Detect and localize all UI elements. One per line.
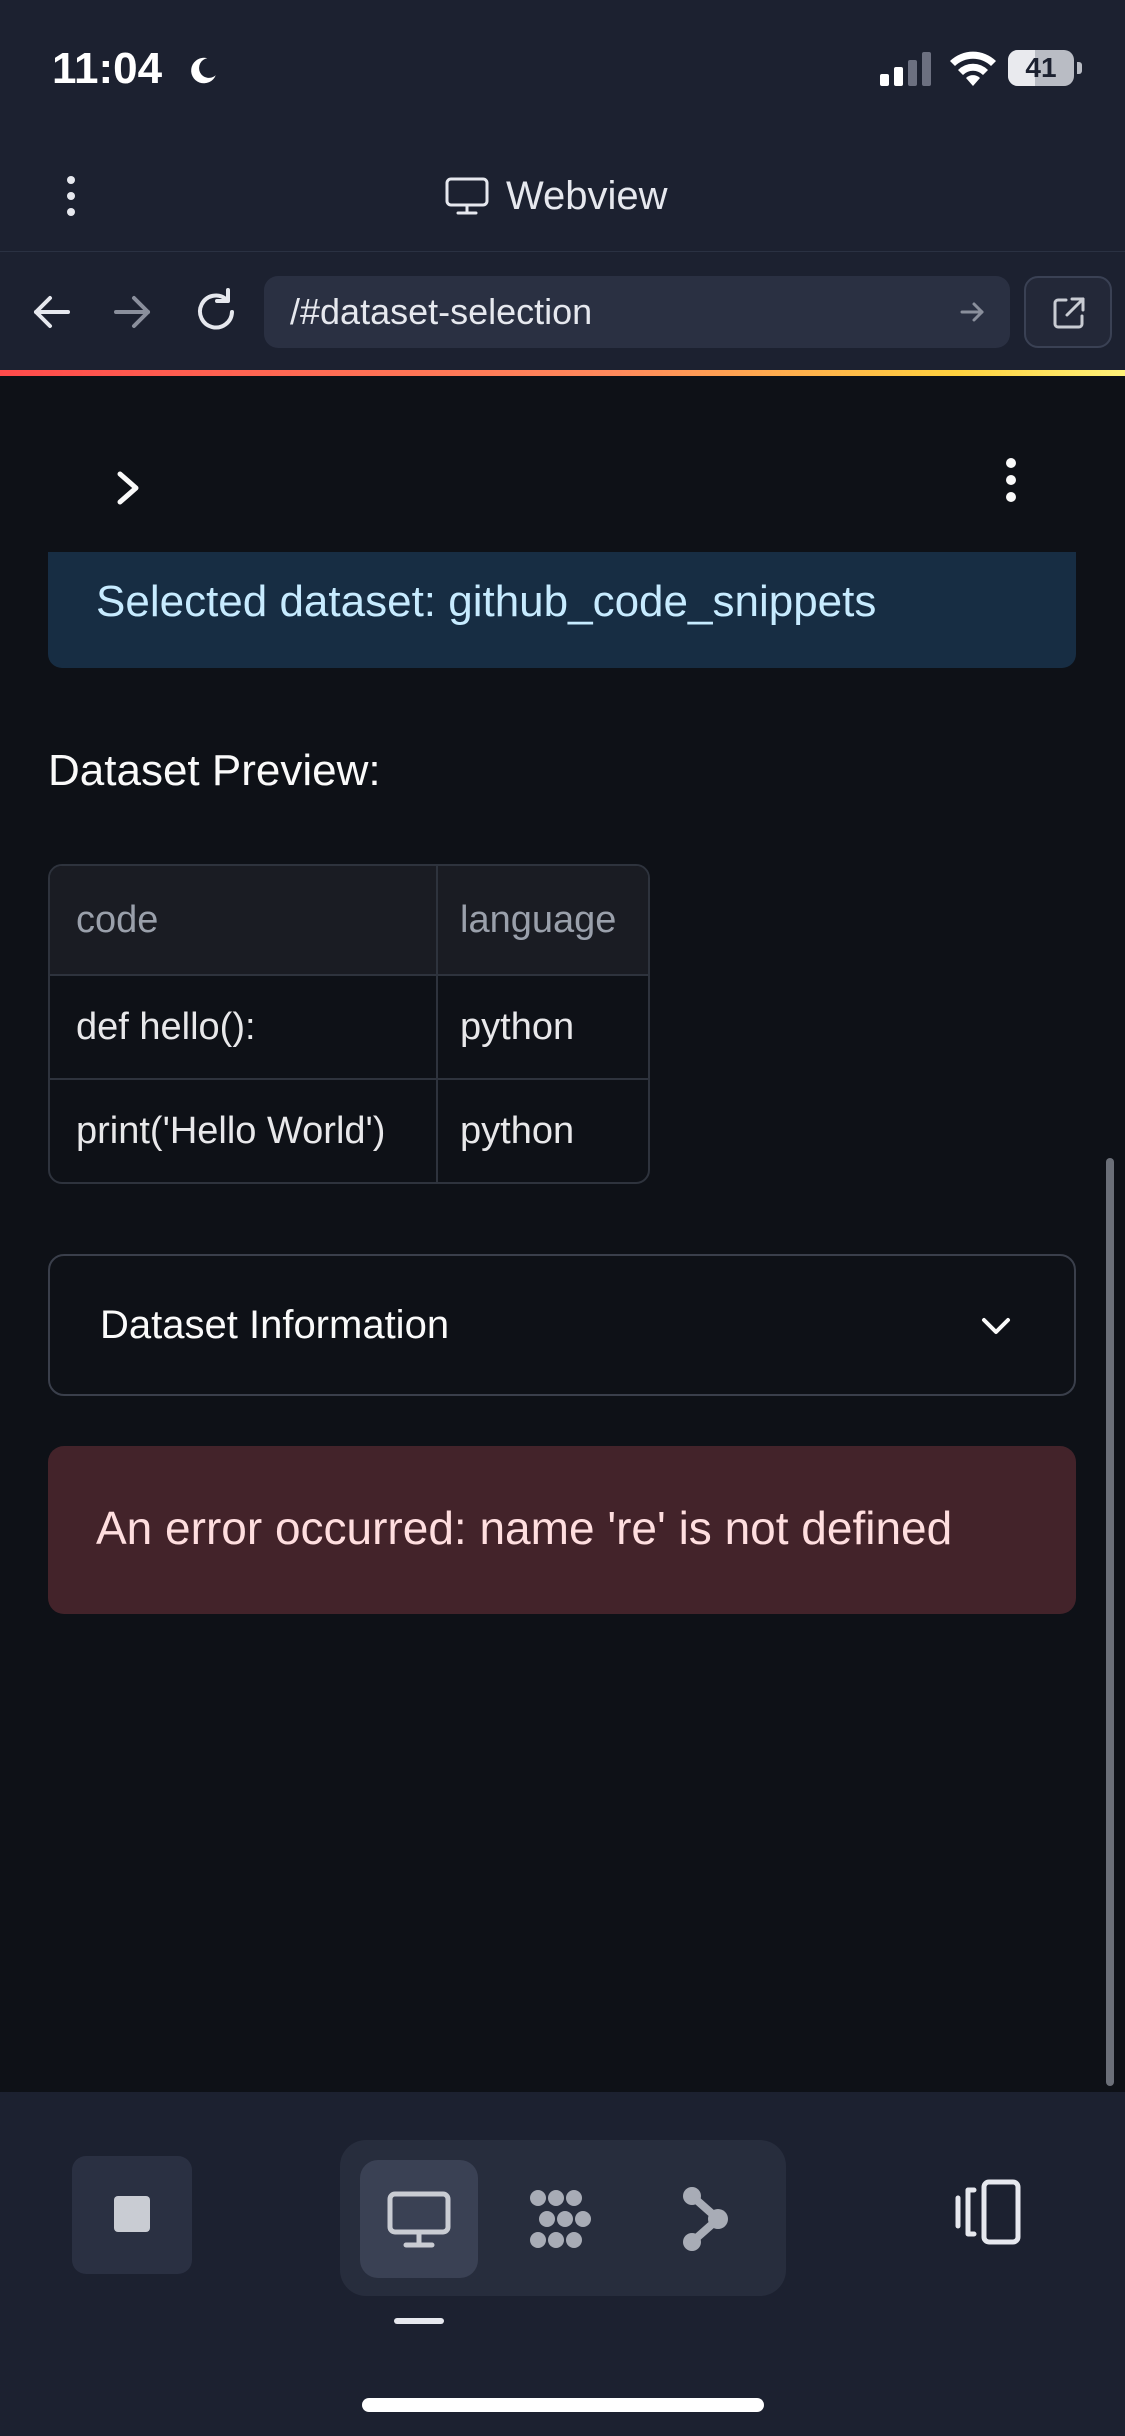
status-bar: 11:04 41 (0, 0, 1125, 140)
error-message: An error occurred: name 're' is not defi… (96, 1502, 953, 1554)
selected-dataset-info: Selected dataset: github_code_snippets (48, 552, 1076, 668)
graph-mode-button[interactable] (646, 2160, 764, 2278)
reload-icon[interactable] (186, 282, 246, 342)
table-row: def hello(): python (50, 974, 648, 1078)
table-cell[interactable]: python (438, 976, 648, 1078)
battery-icon: 41 (1008, 50, 1082, 86)
rotate-device-icon[interactable] (948, 2170, 1032, 2254)
home-indicator[interactable] (362, 2398, 764, 2412)
url-text: /#dataset-selection (290, 291, 593, 332)
webview-mode-button[interactable] (360, 2160, 478, 2278)
moon-icon (191, 57, 216, 84)
go-arrow-icon[interactable] (956, 296, 988, 328)
active-mode-indicator (394, 2318, 444, 2324)
table-cell[interactable]: print('Hello World') (50, 1080, 438, 1182)
table-row: print('Hello World') python (50, 1078, 648, 1182)
expander-label: Dataset Information (100, 1303, 450, 1347)
dataset-information-expander[interactable]: Dataset Information (48, 1254, 1076, 1396)
dataset-preview-label: Dataset Preview: (48, 746, 381, 795)
dataset-preview-table[interactable]: code language def hello(): python print(… (48, 864, 650, 1184)
monitor-icon (445, 177, 489, 215)
app-content: Selected dataset: github_code_snippets D… (0, 376, 1125, 2092)
navigation-bar: /#dataset-selection (0, 252, 1125, 370)
open-external-button[interactable] (1024, 276, 1112, 348)
grid-mode-button[interactable] (504, 2160, 622, 2278)
app-menu-icon[interactable] (994, 456, 1028, 504)
graph-icon (683, 2187, 728, 2251)
error-alert: An error occurred: name 're' is not defi… (48, 1446, 1076, 1614)
stop-button[interactable] (72, 2156, 192, 2274)
table-cell[interactable]: python (438, 1080, 648, 1182)
webview-title-group: Webview (444, 168, 668, 224)
table-header-row: code language (50, 866, 648, 974)
more-options-icon[interactable] (56, 174, 86, 218)
status-time: 11:04 (52, 44, 163, 93)
url-field[interactable]: /#dataset-selection (264, 276, 1010, 348)
column-header[interactable]: code (50, 866, 438, 974)
webview-header: Webview (0, 140, 1125, 252)
forward-arrow-icon[interactable] (102, 282, 162, 342)
back-arrow-icon[interactable] (22, 282, 82, 342)
wifi-icon (950, 51, 996, 86)
selected-dataset-text: Selected dataset: github_code_snippets (96, 577, 877, 626)
stop-icon (114, 2196, 150, 2232)
webview-title: Webview (506, 173, 668, 218)
open-external-icon (1053, 297, 1085, 329)
content-scrollbar[interactable] (1106, 1158, 1114, 2086)
signal-icon (880, 52, 931, 86)
bottom-toolbar (0, 2092, 1125, 2436)
grid-dots-icon (530, 2190, 591, 2248)
chevron-down-icon (982, 1318, 1010, 1334)
column-header[interactable]: language (438, 866, 648, 974)
view-mode-group (340, 2140, 786, 2296)
battery-level: 41 (1025, 52, 1057, 83)
table-cell[interactable]: def hello(): (50, 976, 438, 1078)
monitor-icon (387, 2191, 451, 2248)
sidebar-toggle-chevron-icon[interactable] (108, 468, 148, 508)
